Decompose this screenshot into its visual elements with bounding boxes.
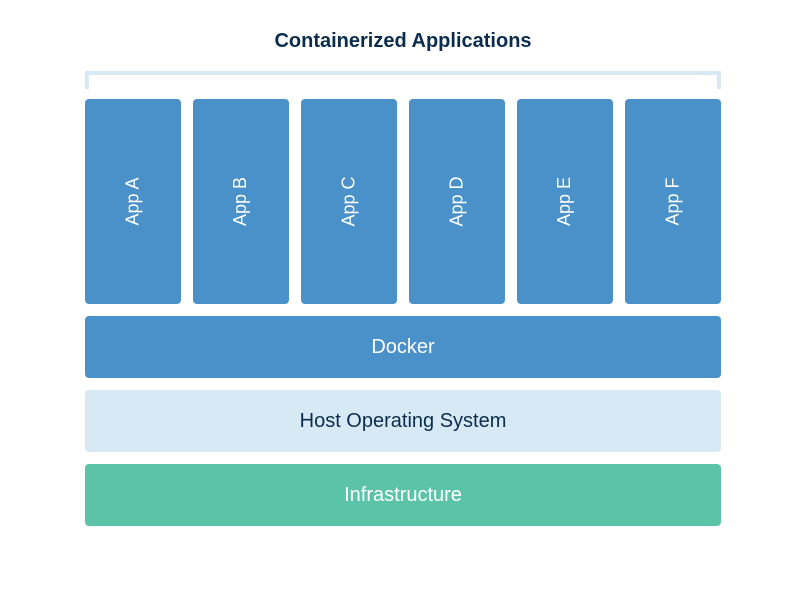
app-label: App C <box>339 176 360 226</box>
app-label: App A <box>122 177 143 225</box>
app-box-d: App D <box>409 99 505 304</box>
diagram-title: Containerized Applications <box>274 30 531 53</box>
host-os-layer: Host Operating System <box>85 390 721 452</box>
grouping-bracket <box>85 71 721 89</box>
app-label: App D <box>447 176 468 226</box>
app-box-f: App F <box>625 99 721 304</box>
app-box-e: App E <box>517 99 613 304</box>
app-box-a: App A <box>85 99 181 304</box>
app-box-b: App B <box>193 99 289 304</box>
app-box-c: App C <box>301 99 397 304</box>
app-label: App B <box>230 177 251 226</box>
applications-row: App A App B App C App D App E App F <box>85 99 721 304</box>
app-label: App E <box>554 177 575 226</box>
app-label: App F <box>663 177 684 225</box>
docker-layer: Docker <box>85 316 721 378</box>
infrastructure-layer: Infrastructure <box>85 464 721 526</box>
